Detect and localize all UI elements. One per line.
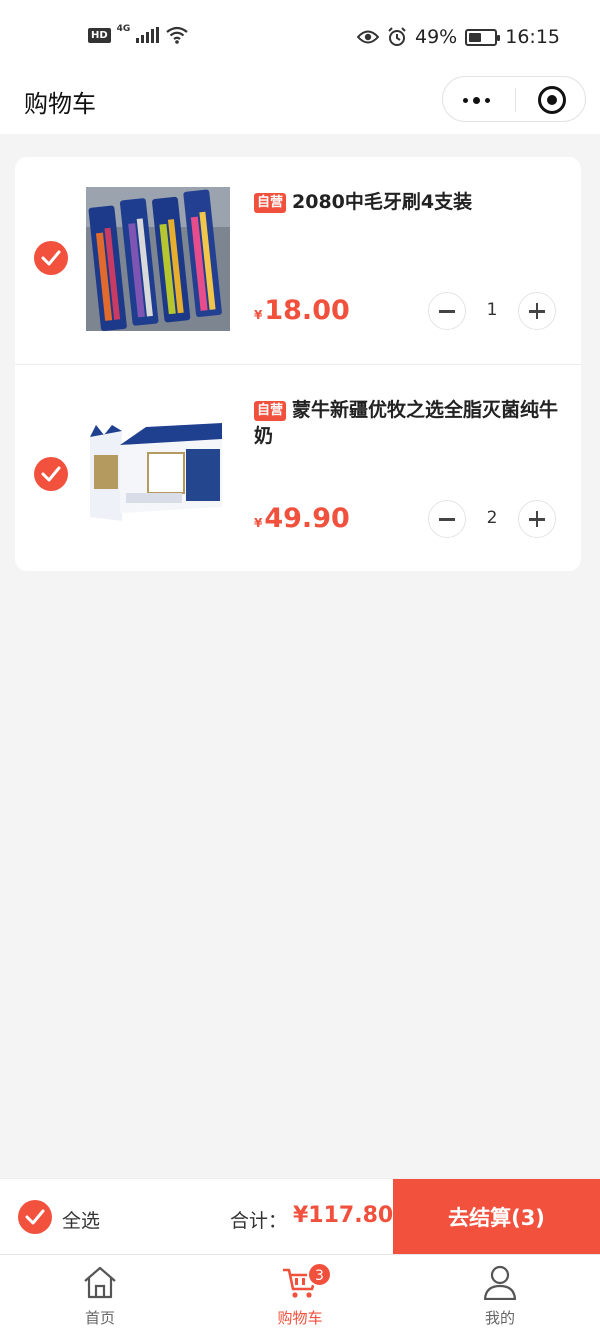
status-left: HD 4G	[88, 24, 189, 44]
target-icon[interactable]	[538, 86, 566, 114]
product-title[interactable]: 自营 蒙牛新疆优牧之选全脂灭菌纯牛奶	[254, 397, 559, 449]
user-icon	[483, 1265, 517, 1300]
increase-button[interactable]	[518, 292, 556, 330]
status-right: 49% 16:15	[357, 26, 560, 48]
cart-count-badge: 3	[307, 1262, 332, 1287]
tab-home[interactable]: 首页	[0, 1255, 200, 1333]
product-title-text: 蒙牛新疆优牧之选全脂灭菌纯牛奶	[254, 399, 559, 447]
checkout-bar: 全选 合计： ¥117.80 去结算(3)	[0, 1178, 600, 1255]
price-value: 18.00	[264, 295, 350, 326]
product-title[interactable]: 自营 2080中毛牙刷4支装	[254, 189, 559, 215]
tab-bar: 首页 3 购物车 我的	[0, 1254, 600, 1333]
total-price: ¥117.80	[293, 1203, 394, 1228]
product-title-text: 2080中毛牙刷4支装	[292, 191, 473, 213]
tab-label: 首页	[84, 1309, 115, 1327]
cart-item: 自营 蒙牛新疆优牧之选全脂灭菌纯牛奶 ¥49.90 2	[15, 364, 581, 571]
decrease-button[interactable]	[428, 292, 466, 330]
more-dots-icon[interactable]	[463, 97, 490, 104]
battery-icon	[465, 28, 501, 46]
alarm-icon	[388, 27, 406, 46]
quantity-stepper: 1	[428, 292, 557, 332]
quantity-value: 2	[486, 508, 498, 528]
cart-list: 自营 2080中毛牙刷4支装 ¥18.00 1 自营 蒙牛新疆优牧之选全脂灭菌纯牛奶	[15, 157, 581, 571]
network-label: 4G	[116, 24, 131, 34]
product-image-toothbrush[interactable]	[86, 187, 230, 331]
product-price: ¥18.00	[254, 295, 350, 326]
tab-label: 购物车	[277, 1309, 323, 1327]
check-icon	[25, 1209, 45, 1225]
nav-bar: 购物车	[0, 76, 600, 134]
check-icon	[41, 250, 61, 266]
select-all-checkbox[interactable]	[18, 1200, 52, 1234]
checkout-button[interactable]: 去结算(3)	[393, 1179, 600, 1255]
status-bar: HD 4G 49% 16:15	[0, 0, 600, 76]
item-checkbox[interactable]	[34, 241, 68, 275]
cart-item: 自营 2080中毛牙刷4支装 ¥18.00 1	[15, 157, 581, 364]
total-label: 合计：	[230, 1210, 288, 1232]
eye-icon	[357, 30, 379, 44]
product-price: ¥49.90	[254, 503, 350, 534]
home-icon	[84, 1266, 116, 1299]
item-checkbox[interactable]	[34, 457, 68, 491]
decrease-button[interactable]	[428, 500, 466, 538]
wifi-icon	[166, 26, 189, 44]
increase-button[interactable]	[518, 500, 556, 538]
product-image-milk[interactable]	[86, 395, 230, 539]
tab-cart[interactable]: 3 购物车	[200, 1255, 400, 1333]
tab-label: 我的	[484, 1309, 515, 1327]
check-icon	[41, 466, 61, 482]
currency-symbol: ¥	[254, 516, 263, 530]
hd-badge: HD	[88, 27, 111, 43]
tab-profile[interactable]: 我的	[400, 1255, 600, 1333]
battery-percent: 49%	[415, 26, 458, 48]
signal-icon	[136, 27, 160, 43]
capsule-divider	[515, 88, 516, 112]
self-operated-tag: 自营	[254, 401, 287, 421]
quantity-stepper: 2	[428, 500, 557, 540]
quantity-value: 1	[486, 300, 498, 320]
mini-program-capsule	[442, 76, 586, 122]
page-title: 购物车	[24, 90, 96, 118]
self-operated-tag: 自营	[254, 193, 287, 213]
currency-symbol: ¥	[254, 308, 263, 322]
select-all-label[interactable]: 全选	[62, 1206, 100, 1233]
clock: 16:15	[505, 26, 560, 48]
price-value: 49.90	[264, 503, 350, 534]
